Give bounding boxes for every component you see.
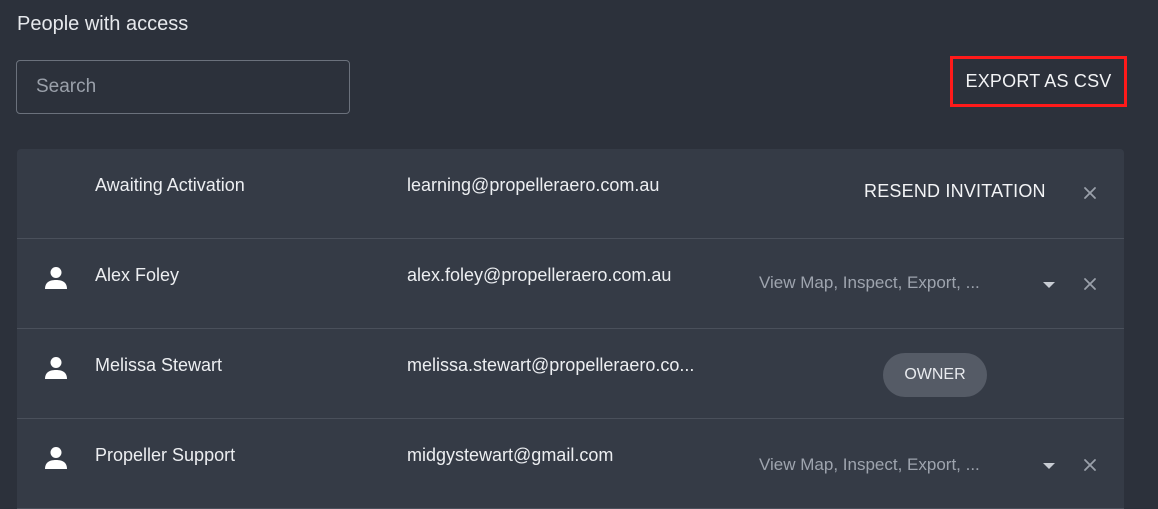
user-name: Alex Foley: [95, 265, 180, 285]
person-icon: [45, 267, 67, 289]
resend-invitation-button[interactable]: RESEND INVITATION: [864, 181, 1046, 202]
user-name: Propeller Support: [95, 445, 236, 465]
search-input[interactable]: [16, 60, 350, 114]
table-row: Alex Foley alex.foley@propelleraero.com.…: [17, 239, 1124, 329]
table-row: Propeller Support midgystewart@gmail.com…: [17, 419, 1124, 509]
export-csv-label: EXPORT AS CSV: [965, 71, 1112, 91]
close-icon[interactable]: [1082, 185, 1098, 201]
chevron-down-icon[interactable]: [1042, 461, 1056, 471]
access-list: Awaiting Activation learning@propellerae…: [17, 149, 1124, 509]
permissions-select[interactable]: View Map, Inspect, Export, ...: [759, 455, 980, 475]
page-title: People with access: [17, 13, 189, 35]
close-icon[interactable]: [1082, 276, 1098, 292]
table-row: Awaiting Activation learning@propellerae…: [17, 149, 1124, 239]
user-name: Melissa Stewart: [95, 355, 223, 375]
user-email: learning@propelleraero.com.au: [407, 175, 660, 195]
user-name: Awaiting Activation: [95, 175, 245, 195]
permissions-select[interactable]: View Map, Inspect, Export, ...: [759, 273, 980, 293]
table-row: Melissa Stewart melissa.stewart@propelle…: [17, 329, 1124, 419]
chevron-down-icon[interactable]: [1042, 280, 1056, 290]
owner-badge: OWNER: [883, 353, 987, 397]
user-email: alex.foley@propelleraero.com.au: [407, 265, 672, 285]
person-icon: [45, 357, 67, 379]
user-email: midgystewart@gmail.com: [407, 445, 614, 465]
export-csv-button[interactable]: EXPORT AS CSV: [950, 56, 1127, 107]
close-icon[interactable]: [1082, 457, 1098, 473]
user-email: melissa.stewart@propelleraero.co...: [407, 355, 695, 375]
person-icon: [45, 447, 67, 469]
